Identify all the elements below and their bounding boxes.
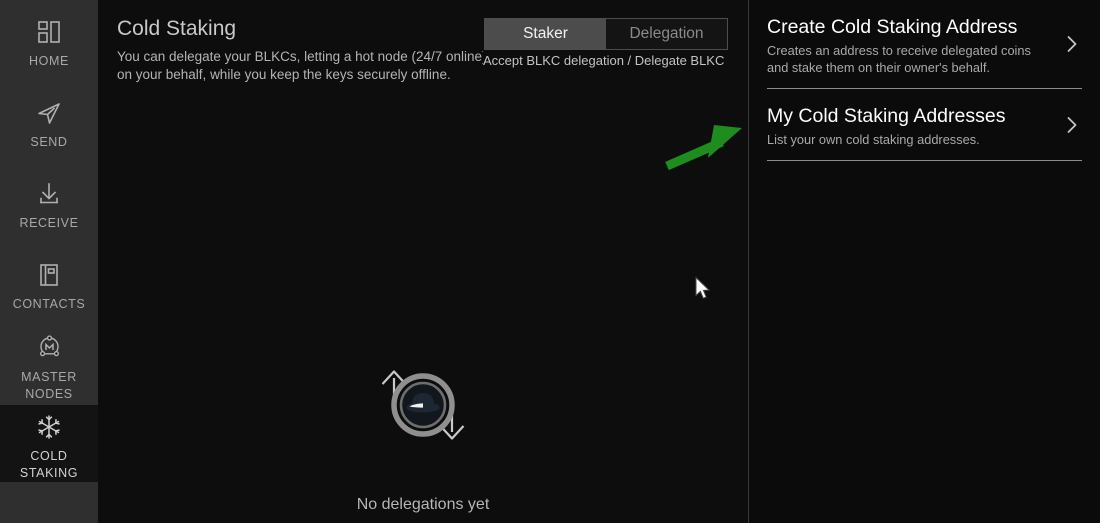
sidebar-item-masternodes[interactable]: MASTER NODES xyxy=(0,324,98,405)
download-arrow-icon xyxy=(36,177,62,211)
sidebar-item-home[interactable]: HOME xyxy=(0,0,98,81)
toggle-caption: Accept BLKC delegation / Delegate BLKC xyxy=(483,53,725,68)
sidebar-item-label: HOME xyxy=(29,54,69,68)
dashboard-icon xyxy=(36,15,62,49)
cold-staking-screen: HOME SEND RECEIVE CONTACTS MASTER NODES … xyxy=(0,0,1100,523)
sidebar-item-label: COLD STAKING xyxy=(19,448,79,480)
staker-delegation-toggle: Staker Delegation xyxy=(484,18,728,50)
sidebar-item-send[interactable]: SEND xyxy=(0,81,98,162)
sidebar-item-contacts[interactable]: CONTACTS xyxy=(0,243,98,324)
address-book-icon xyxy=(36,258,62,292)
empty-state-text: No delegations yet xyxy=(356,496,490,513)
chevron-right-icon[interactable] xyxy=(1064,112,1080,138)
sidebar-item-label: RECEIVE xyxy=(19,216,79,230)
sidebar-nav: HOME SEND RECEIVE CONTACTS MASTER NODES … xyxy=(0,0,98,523)
create-cold-staking-address-option[interactable]: Create Cold Staking Address Creates an a… xyxy=(767,0,1082,89)
empty-state: No delegations yet xyxy=(98,350,748,514)
sidebar-item-coldstaking[interactable]: COLD STAKING xyxy=(0,405,98,482)
masternode-m-icon xyxy=(36,331,63,365)
send-paperplane-icon xyxy=(35,96,63,130)
snowflake-icon xyxy=(36,410,62,444)
option-title: Create Cold Staking Address xyxy=(767,16,1018,38)
page-description: You can delegate your BLKCs, letting a h… xyxy=(117,49,483,82)
toggle-staker[interactable]: Staker xyxy=(485,19,606,49)
option-title: My Cold Staking Addresses xyxy=(767,105,1006,127)
my-cold-staking-addresses-option[interactable]: My Cold Staking Addresses List your own … xyxy=(767,89,1082,161)
sidebar-item-receive[interactable]: RECEIVE xyxy=(0,162,98,243)
option-description: List your own cold staking addresses. xyxy=(767,132,980,147)
sidebar-item-label: SEND xyxy=(30,135,68,149)
option-description: Creates an address to receive delegated … xyxy=(767,43,1031,75)
page-title: Cold Staking xyxy=(117,17,237,40)
sidebar-item-label: CONTACTS xyxy=(12,297,86,311)
main-content: Cold Staking You can delegate your BLKCs… xyxy=(98,0,748,523)
sidebar-item-label: MASTER NODES xyxy=(21,369,77,401)
toggle-delegation[interactable]: Delegation xyxy=(606,19,727,49)
cold-staking-options-panel: Create Cold Staking Address Creates an a… xyxy=(748,0,1100,523)
chevron-right-icon[interactable] xyxy=(1064,31,1080,57)
delegation-hat-icon xyxy=(368,350,478,460)
